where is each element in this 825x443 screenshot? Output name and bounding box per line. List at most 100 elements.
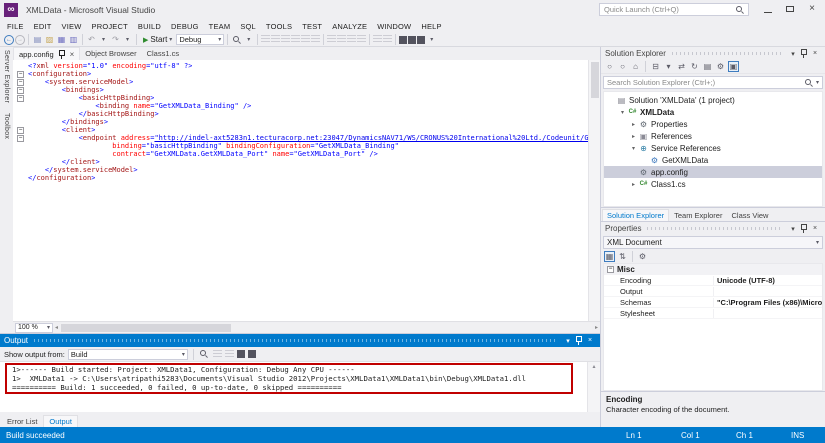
attach-to-process-icon[interactable]: [408, 35, 417, 44]
menu-analyze[interactable]: ANALYZE: [327, 22, 372, 31]
quick-launch-input[interactable]: Quick Launch (Ctrl+Q): [599, 3, 749, 16]
window-position-icon[interactable]: ▾: [787, 50, 799, 58]
solution-explorer-search-input[interactable]: Search Solution Explorer (Ctrl+;) ▾: [603, 76, 823, 89]
solution-explorer-title-bar[interactable]: Solution Explorer ▾ ×: [601, 47, 825, 60]
search-icon[interactable]: [736, 5, 744, 14]
tab-class-view[interactable]: Class View: [727, 210, 772, 221]
menu-edit[interactable]: EDIT: [29, 22, 57, 31]
menu-test[interactable]: TEST: [297, 22, 327, 31]
toolbar-options-icon[interactable]: ▾: [426, 34, 437, 45]
side-tab-toolbox[interactable]: Toolbox: [3, 113, 10, 139]
menu-tools[interactable]: TOOLS: [261, 22, 297, 31]
search-icon[interactable]: [804, 78, 813, 87]
tree-item-solution-xmldata-1-project-[interactable]: ▤ Solution 'XMLData' (1 project): [604, 94, 822, 106]
property-pages-icon[interactable]: ⚙: [637, 251, 648, 262]
property-row-schemas[interactable]: Schemas"C:\Program Files (x86)\Microsoft…: [604, 297, 822, 308]
show-all-files-icon[interactable]: ▤: [702, 61, 713, 72]
pin-icon[interactable]: [801, 49, 807, 58]
scrollbar-thumb[interactable]: [591, 62, 599, 98]
tab-class1-cs[interactable]: Class1.cs: [142, 47, 185, 60]
tree-item-getxmldata[interactable]: ⚙ GetXMLData: [604, 154, 822, 166]
property-row-encoding[interactable]: Encoding Unicode (UTF-8): [604, 275, 822, 286]
menu-view[interactable]: VIEW: [57, 22, 87, 31]
properties-title-bar[interactable]: Properties ▾ ×: [601, 222, 825, 235]
tab-error-list[interactable]: Error List: [2, 416, 42, 427]
find-in-files-icon[interactable]: [231, 34, 242, 45]
next-bookmark-folder-icon[interactable]: [357, 35, 367, 44]
collapse-all-icon[interactable]: ⊟: [650, 61, 661, 72]
menu-help[interactable]: HELP: [416, 22, 446, 31]
navigate-back-icon[interactable]: ○: [604, 61, 615, 72]
collapse-box-icon[interactable]: −: [17, 94, 24, 102]
scroll-left-arrow-icon[interactable]: ◂: [53, 324, 60, 331]
categorized-icon[interactable]: ▦: [604, 251, 615, 262]
properties-icon[interactable]: ⚙: [715, 61, 726, 72]
code-lines[interactable]: <?xml version="1.0" encoding="utf-8" ?> −…: [13, 60, 588, 321]
open-file-icon[interactable]: ▨: [44, 34, 55, 45]
collapse-box-icon[interactable]: −: [607, 266, 614, 273]
close-icon[interactable]: ×: [809, 225, 821, 232]
editor-horizontal-scrollbar[interactable]: [60, 322, 592, 333]
clear-all-icon[interactable]: [236, 350, 245, 358]
close-tab-icon[interactable]: ×: [70, 50, 75, 59]
expand-expanded-icon[interactable]: ▾: [629, 145, 638, 152]
expand-collapsed-icon[interactable]: ▸: [629, 181, 638, 188]
clear-bookmarks-icon[interactable]: [373, 35, 383, 44]
menu-window[interactable]: WINDOW: [372, 22, 416, 31]
tree-item-xmldata[interactable]: ▾ C# XMLData: [604, 106, 822, 118]
profiler-icon[interactable]: [417, 35, 426, 44]
tab-output[interactable]: Output: [43, 415, 78, 427]
expand-expanded-icon[interactable]: ▾: [618, 109, 627, 116]
properties-object-select[interactable]: XML Document ▾: [603, 236, 823, 249]
side-tab-server-explorer[interactable]: Server Explorer: [3, 50, 10, 103]
collapse-box-icon[interactable]: −: [17, 86, 24, 94]
collapse-box-icon[interactable]: −: [17, 70, 24, 78]
navigate-forward-icon[interactable]: ○: [617, 61, 628, 72]
expand-collapsed-icon[interactable]: ▸: [629, 121, 638, 128]
navigate-forward-icon[interactable]: →: [15, 34, 25, 45]
save-all-icon[interactable]: ▥: [68, 34, 79, 45]
scroll-right-arrow-icon[interactable]: ▸: [593, 324, 600, 331]
menu-team[interactable]: TEAM: [204, 22, 236, 31]
tree-item-app-config[interactable]: ⚙ app.config: [604, 166, 822, 178]
tab-app-config[interactable]: app.config ×: [13, 47, 81, 60]
pin-icon[interactable]: [801, 224, 807, 233]
tree-item-service-references[interactable]: ▾ ⊕ Service References: [604, 142, 822, 154]
bookmarks-window-icon[interactable]: [383, 35, 393, 44]
collapse-box-icon[interactable]: −: [17, 126, 24, 134]
preview-selected-items-icon[interactable]: ▣: [728, 61, 739, 72]
home-icon[interactable]: ⌂: [630, 61, 641, 72]
window-position-icon[interactable]: ▾: [787, 225, 799, 233]
tree-item-properties[interactable]: ▸ ⚙ Properties: [604, 118, 822, 130]
new-project-icon[interactable]: ▤: [32, 34, 43, 45]
unindent-icon[interactable]: [281, 35, 291, 44]
output-source-select[interactable]: Build ▾: [67, 348, 188, 360]
menu-file[interactable]: FILE: [2, 22, 29, 31]
undo-dropdown-icon[interactable]: ▾: [98, 34, 109, 45]
start-debugging-button[interactable]: ▶ Start ▾: [140, 34, 175, 46]
chevron-down-icon[interactable]: ▾: [816, 79, 819, 86]
pin-icon[interactable]: [576, 336, 582, 345]
undo-icon[interactable]: ↶: [86, 34, 97, 45]
find-dropdown-icon[interactable]: ▾: [243, 34, 254, 45]
navigate-backward-icon[interactable]: ←: [4, 34, 14, 45]
close-button[interactable]: ×: [801, 0, 823, 18]
tree-item-class1-cs[interactable]: ▸ C# Class1.cs: [604, 178, 822, 190]
solution-configurations-select[interactable]: Debug ▾: [176, 34, 225, 45]
tab-object-browser[interactable]: Object Browser: [80, 47, 141, 60]
property-row-stylesheet[interactable]: Stylesheet: [604, 308, 822, 319]
output-vertical-scrollbar[interactable]: ▴: [587, 362, 600, 412]
menu-build[interactable]: BUILD: [133, 22, 166, 31]
previous-bookmark-folder-icon[interactable]: [347, 35, 357, 44]
scrollbar-thumb[interactable]: [61, 323, 232, 332]
indent-icon[interactable]: [271, 35, 281, 44]
properties-category-header[interactable]: − Misc: [604, 264, 822, 275]
uncomment-icon[interactable]: [301, 35, 311, 44]
expand-collapsed-icon[interactable]: ▸: [629, 133, 638, 140]
comment-icon[interactable]: [291, 35, 301, 44]
collapse-box-icon[interactable]: −: [17, 78, 24, 86]
menu-sql[interactable]: SQL: [235, 22, 261, 31]
pin-icon[interactable]: [58, 49, 65, 59]
zoom-level-select[interactable]: 100 % ▾: [15, 322, 53, 333]
collapse-box-icon[interactable]: −: [17, 134, 24, 142]
